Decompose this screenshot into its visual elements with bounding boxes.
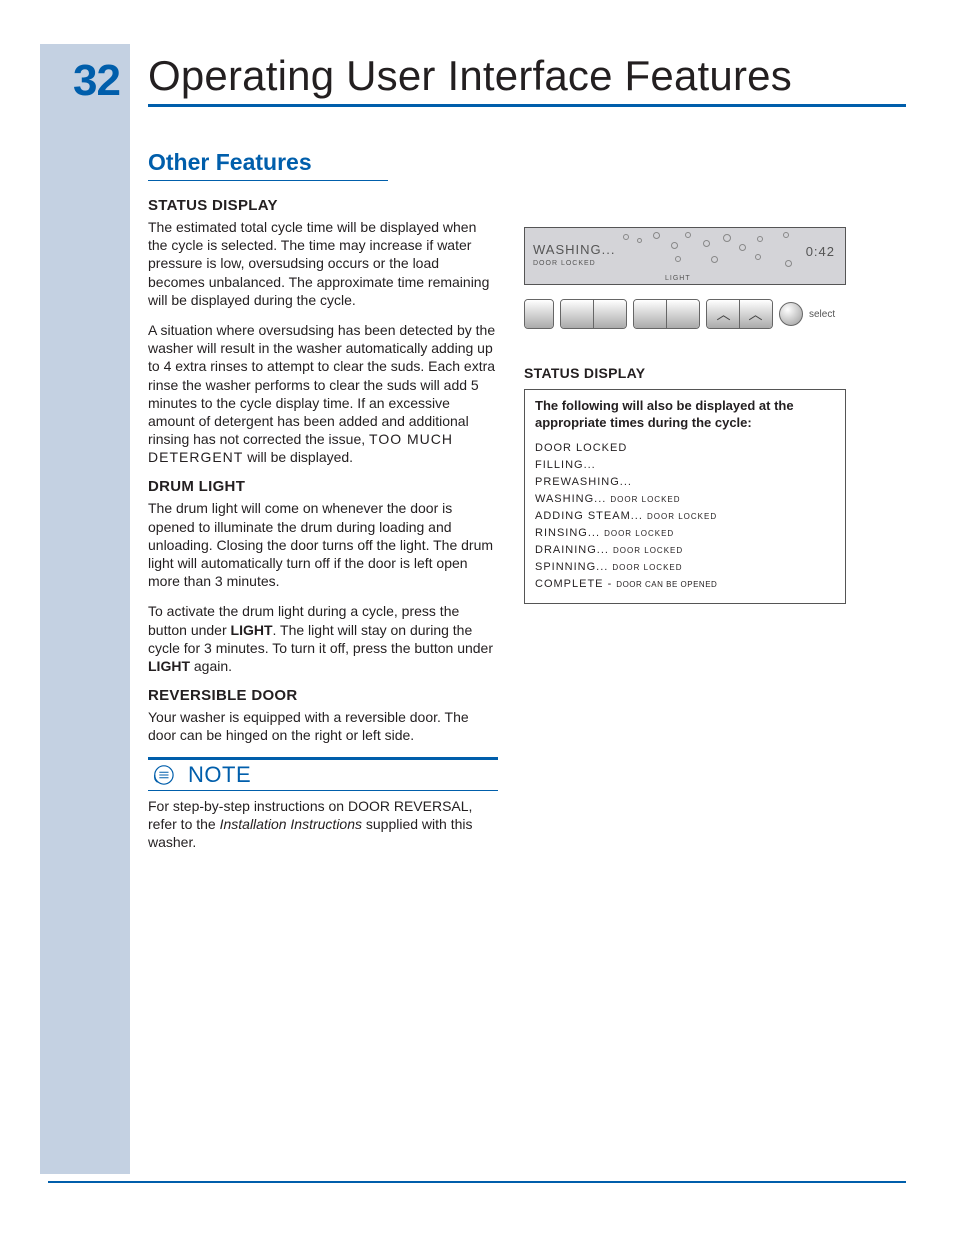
select-button[interactable] — [779, 302, 803, 326]
control-group-3 — [633, 299, 700, 329]
list-item: FILLING... — [535, 457, 835, 474]
page-number: 32 — [40, 44, 130, 106]
control-button[interactable] — [561, 300, 594, 328]
control-button[interactable] — [525, 300, 553, 328]
chevron-down-icon: 〉 — [746, 307, 766, 321]
note-label: NOTE — [188, 762, 251, 788]
list-item: PREWASHING... — [535, 474, 835, 491]
list-item: RINSING... DOOR LOCKED — [535, 525, 835, 542]
control-buttons-row: 〈 〉 select — [524, 299, 846, 329]
drum-light-p2: To activate the drum light during a cycl… — [148, 602, 498, 675]
note-header: NOTE — [148, 757, 498, 791]
lcd-timer-text: 0:42 — [806, 244, 835, 259]
drum-light-heading: DRUM LIGHT — [148, 478, 498, 495]
drum-light-p1: The drum light will come on whenever the… — [148, 499, 498, 590]
status-display-p1: The estimated total cycle time will be d… — [148, 218, 498, 309]
list-item: DOOR LOCKED — [535, 440, 835, 457]
list-item: ADDING STEAM... DOOR LOCKED — [535, 508, 835, 525]
sidebar: 32 — [40, 44, 130, 1174]
control-button[interactable] — [634, 300, 667, 328]
status-list: DOOR LOCKED FILLING... PREWASHING... WAS… — [535, 440, 835, 593]
reversible-door-heading: REVERSIBLE DOOR — [148, 687, 498, 704]
reversible-door-p1: Your washer is equipped with a reversibl… — [148, 708, 498, 744]
lcd-display: WASHING... DOOR LOCKED 0:42 LIGHT — [524, 227, 846, 285]
select-label: select — [809, 309, 835, 320]
lcd-status-text: WASHING... — [533, 242, 615, 257]
list-item: DRAINING... DOOR LOCKED — [535, 542, 835, 559]
right-column: WASHING... DOOR LOCKED 0:42 LIGHT — [524, 149, 846, 851]
list-item: WASHING... DOOR LOCKED — [535, 491, 835, 508]
status-intro: The following will also be displayed at … — [535, 398, 835, 432]
page: 32 Operating User Interface Features Oth… — [0, 0, 954, 1235]
list-item: SPINNING... DOOR LOCKED — [535, 559, 835, 576]
status-display-p2: A situation where oversudsing has been d… — [148, 321, 498, 467]
note-icon — [152, 764, 174, 786]
list-item: COMPLETE - DOOR CAN BE OPENED — [535, 576, 835, 593]
control-group-1 — [524, 299, 554, 329]
control-button[interactable] — [594, 300, 626, 328]
control-group-2 — [560, 299, 627, 329]
lcd-light-text: LIGHT — [665, 275, 691, 282]
lcd-door-text: DOOR LOCKED — [533, 260, 596, 267]
chevron-up-icon: 〈 — [713, 307, 733, 321]
page-title: Operating User Interface Features — [148, 52, 906, 107]
up-button[interactable]: 〈 — [707, 300, 740, 328]
status-list-box: The following will also be displayed at … — [524, 389, 846, 604]
control-button[interactable] — [667, 300, 699, 328]
note-body: For step-by-step instructions on DOOR RE… — [148, 797, 498, 852]
status-display-heading: STATUS DISPLAY — [148, 197, 498, 214]
control-group-4: 〈 〉 — [706, 299, 773, 329]
down-button[interactable]: 〉 — [740, 300, 772, 328]
left-column: Other Features STATUS DISPLAY The estima… — [148, 149, 498, 851]
section-title: Other Features — [148, 149, 388, 181]
content: Other Features STATUS DISPLAY The estima… — [148, 149, 906, 851]
status-display-right-heading: STATUS DISPLAY — [524, 365, 846, 381]
footer-rule — [48, 1181, 906, 1183]
